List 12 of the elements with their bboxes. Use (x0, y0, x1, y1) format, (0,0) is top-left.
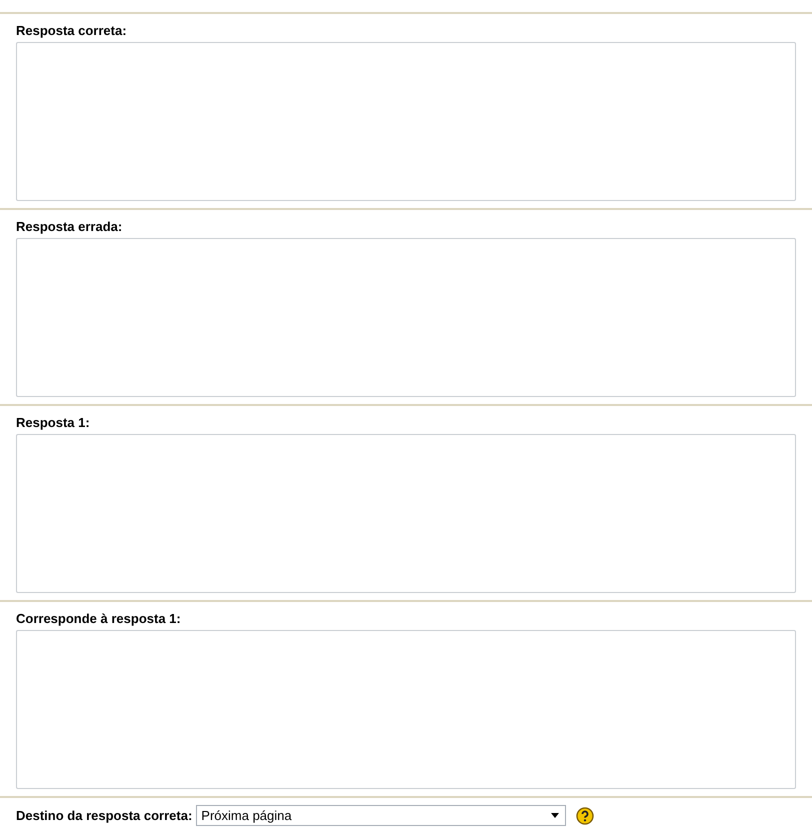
field-label: Destino da resposta correta: (16, 808, 192, 824)
field-label: Corresponde à resposta 1: (16, 611, 182, 627)
field-label: Resposta errada: (16, 219, 124, 235)
caret-icon (551, 813, 560, 818)
answer-box[interactable] (16, 434, 796, 593)
answer-box[interactable] (16, 42, 796, 201)
field-label: Resposta correta: (16, 23, 128, 39)
destination-select[interactable]: Próxima página (196, 805, 566, 826)
field-label: Resposta 1: (16, 415, 91, 431)
answer-box[interactable] (16, 630, 796, 789)
answer-box[interactable] (16, 238, 796, 397)
help-icon[interactable] (576, 806, 594, 824)
